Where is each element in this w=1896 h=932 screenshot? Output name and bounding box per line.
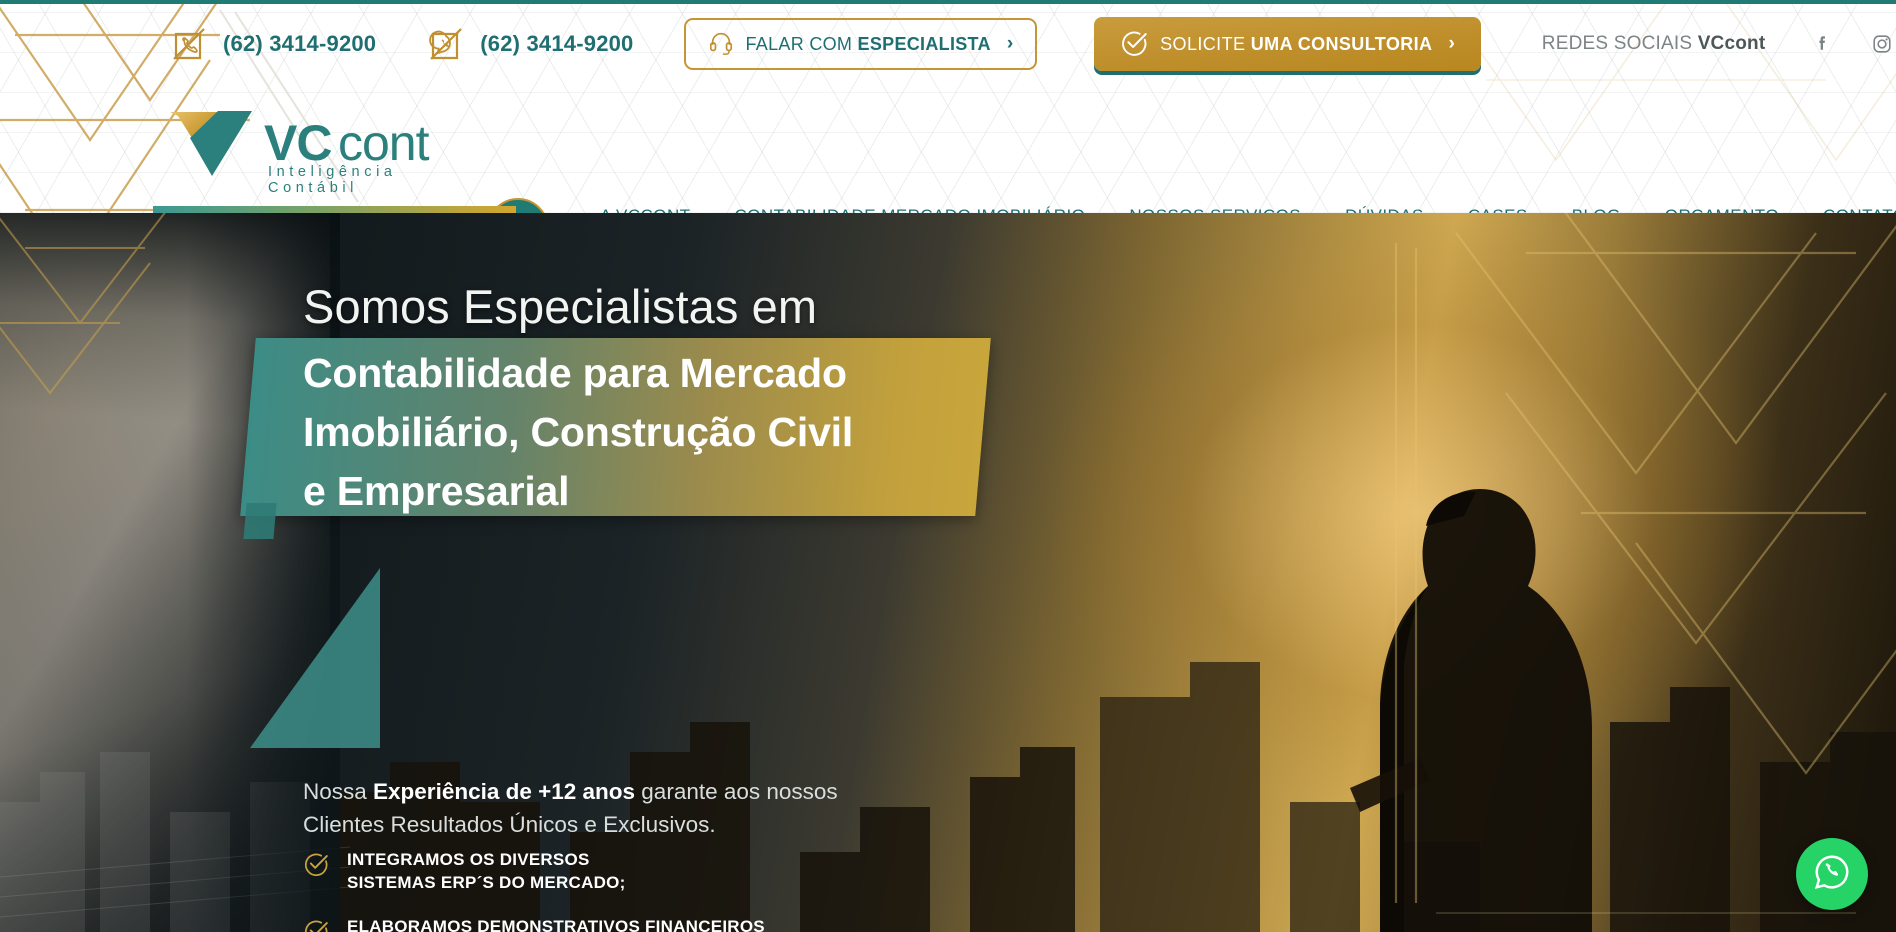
hero-title: Contabilidade para Mercado Imobiliário, … <box>303 344 983 521</box>
phone-link-primary[interactable]: (62) 3414-9200 <box>168 23 376 65</box>
main-navigation-bar: VC cont Inteligência Contábil A VCCONT C… <box>0 88 1896 213</box>
hero-content: Somos Especialistas em Contabilidade par… <box>0 213 1896 932</box>
talk-to-specialist-button[interactable]: FALAR COM ESPECIALISTA › <box>683 18 1038 70</box>
nav-item-orcamento[interactable]: ORÇAMENTO <box>1643 206 1801 213</box>
hero-title-line-1: Contabilidade para Mercado <box>303 350 847 396</box>
facebook-icon[interactable] <box>1805 27 1839 61</box>
nav-item-contato[interactable]: CONTATO <box>1801 206 1896 213</box>
whatsapp-square-icon <box>425 23 467 65</box>
hero-benefit-line-2: SISTEMAS ERP´S DO MERCADO; <box>347 872 626 892</box>
hero-benefit-list: INTEGRAMOS OS DIVERSOS SISTEMAS ERP´S DO… <box>303 849 923 932</box>
nav-item-a-vccont[interactable]: A VCCONT <box>578 206 713 213</box>
logo-tagline: Inteligência Contábil <box>268 164 397 196</box>
headset-icon <box>708 30 734 59</box>
whatsapp-float-button[interactable] <box>1796 838 1868 910</box>
svg-text:cont: cont <box>338 115 430 171</box>
check-circle-icon <box>303 851 329 882</box>
whatsapp-link[interactable]: (62) 3414-9200 <box>425 23 633 65</box>
nav-item-duvidas[interactable]: DÚVIDAS <box>1323 206 1446 213</box>
hero-benefit-line-1: INTEGRAMOS OS DIVERSOS <box>347 850 590 869</box>
instagram-icon[interactable] <box>1865 27 1896 61</box>
hero-benefit-text: ELABORAMOS DEMONSTRATIVOS FINANCEIROS EF… <box>347 916 826 932</box>
request-consultancy-button-top[interactable]: SOLICITE UMA CONSULTORIA › <box>1094 17 1481 71</box>
nav-links: A VCCONT CONTABILIDADE MERCADO IMOBILIÁR… <box>578 206 1896 213</box>
social-label: REDES SOCIAIS VCcont <box>1541 33 1766 54</box>
chevron-right-icon: › <box>1448 33 1455 54</box>
nav-item-cases[interactable]: CASES <box>1446 206 1550 213</box>
hero-subtitle-pre: Nossa <box>303 779 374 804</box>
hero-benefit-item: INTEGRAMOS OS DIVERSOS SISTEMAS ERP´S DO… <box>303 849 923 894</box>
site-header: (62) 3414-9200 (62) 3414-9200 FALAR COM … <box>0 0 1896 213</box>
hero-pretitle: Somos Especialistas em <box>303 280 818 333</box>
chevron-right-icon: › <box>1006 33 1014 54</box>
social-links-group: REDES SOCIAIS VCcont <box>1542 27 1896 61</box>
hero-benefit-item: ELABORAMOS DEMONSTRATIVOS FINANCEIROS EF… <box>303 916 923 932</box>
check-circle-icon <box>1120 29 1148 60</box>
svg-text:VC: VC <box>264 115 331 171</box>
phone-number-primary: (62) 3414-9200 <box>223 31 377 56</box>
page-root: (62) 3414-9200 (62) 3414-9200 FALAR COM … <box>0 0 1896 932</box>
nav-item-servicos[interactable]: NOSSOS SERVIÇOS <box>1107 206 1323 213</box>
hero-benefit-text: INTEGRAMOS OS DIVERSOS SISTEMAS ERP´S DO… <box>347 849 626 894</box>
phone-square-icon <box>168 23 210 65</box>
header-bottom-gradient-bar <box>153 206 516 213</box>
hero-benefit-line-1: ELABORAMOS DEMONSTRATIVOS FINANCEIROS <box>347 917 765 932</box>
check-circle-icon <box>303 918 329 932</box>
top-utility-bar: (62) 3414-9200 (62) 3414-9200 FALAR COM … <box>0 0 1896 88</box>
request-consultancy-label-top: SOLICITE UMA CONSULTORIA <box>1160 33 1433 54</box>
logo[interactable]: VC cont Inteligência Contábil <box>168 108 448 196</box>
hero-title-line-3: e Empresarial <box>303 468 570 514</box>
hero-section: Somos Especialistas em Contabilidade par… <box>0 213 1896 932</box>
hero-title-band-tail <box>243 503 277 539</box>
nav-item-blog[interactable]: BLOG <box>1550 206 1643 213</box>
talk-to-specialist-label: FALAR COM ESPECIALISTA <box>745 33 991 54</box>
nav-item-contabilidade[interactable]: CONTABILIDADE MERCADO IMOBILIÁRIO <box>713 206 1108 213</box>
hero-subtitle-highlight: Experiência de +12 anos <box>373 779 636 804</box>
phone-number-whatsapp: (62) 3414-9200 <box>480 31 634 56</box>
hero-title-line-2: Imobiliário, Construção Civil <box>303 409 854 455</box>
whatsapp-icon <box>1811 851 1853 898</box>
hero-subtitle: Nossa Experiência de +12 anos garante ao… <box>303 775 863 841</box>
